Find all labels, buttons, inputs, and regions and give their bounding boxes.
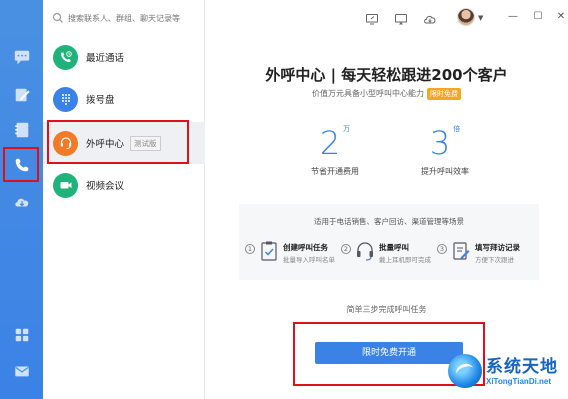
step-title: 批量呼叫	[379, 243, 409, 252]
step-number: 1	[245, 244, 255, 254]
nav-rail	[0, 0, 43, 399]
title-bar: ▼ — ☐ ✕	[205, 0, 568, 36]
page-title: 外呼中心 | 每天轻松跟进200个客户	[265, 66, 508, 84]
sidebar-item-label: 最近通话	[86, 53, 125, 64]
contact-panel: 最近通话 拨号盘 外呼中心 测试版 视频会议	[43, 0, 205, 399]
phone-clock-icon	[53, 44, 78, 70]
stat-caption: 提升呼叫效率	[421, 167, 469, 176]
sidebar-item-label: 拨号盘	[86, 95, 115, 106]
step-title: 创建呼叫任务	[283, 243, 328, 252]
sidebar-item-video-meeting[interactable]: 视频会议	[43, 164, 205, 206]
promo-badge: 限时免费	[427, 88, 461, 100]
phone-nav-highlight	[3, 147, 39, 182]
three-steps-text: 简单三步完成呼叫任务	[346, 305, 427, 314]
step-title: 填写拜访记录	[475, 243, 520, 252]
stat-unit: 倍	[453, 125, 461, 133]
dialpad-icon	[53, 86, 78, 112]
stat-number: 3	[429, 124, 451, 162]
step-desc: 方便下次跟进	[475, 256, 514, 264]
subtitle: 价值万元具备小型呼叫中心能力 限时免费	[205, 88, 568, 100]
sidebar-item-recent-calls[interactable]: 最近通话	[43, 36, 205, 78]
stat-efficiency: 3倍 提升呼叫效率	[390, 124, 500, 177]
sidebar-item-dialpad[interactable]: 拨号盘	[43, 78, 205, 120]
edit-icon[interactable]	[10, 83, 33, 106]
stat-savings: 2万 节省开通费用	[280, 124, 390, 177]
watermark-logo: 系统天地 XiTongTianDi.net	[448, 350, 566, 396]
cloud-icon[interactable]	[423, 11, 437, 25]
logo-icon	[448, 354, 482, 388]
scenes-text: 适用于电话销售、客户回访、渠道管理等场景	[314, 217, 464, 226]
stat-caption: 节省开通费用	[311, 167, 359, 176]
minimize-icon[interactable]: —	[507, 10, 519, 24]
avatar[interactable]	[457, 8, 475, 26]
contacts-book-icon[interactable]	[10, 118, 33, 141]
headset-icon	[355, 240, 375, 262]
chat-icon[interactable]	[10, 45, 33, 68]
clipboard-check-icon	[259, 240, 279, 262]
close-icon[interactable]: ✕	[555, 10, 567, 24]
step-number: 2	[341, 244, 351, 254]
subtitle-text: 价值万元具备小型呼叫中心能力	[312, 89, 424, 98]
steps-card: 适用于电话销售、客户回访、渠道管理等场景 1 创建呼叫任务 批量导入呼叫名单 2…	[239, 204, 539, 280]
step-desc: 批量导入呼叫名单	[283, 256, 335, 264]
step-desc: 戴上耳机即可完成	[379, 256, 431, 264]
search-input[interactable]	[68, 13, 203, 23]
monitor-icon[interactable]	[394, 11, 408, 25]
mail-icon[interactable]	[10, 359, 33, 382]
sidebar-item-label: 视频会议	[86, 181, 125, 192]
stat-unit: 万	[343, 125, 351, 133]
outbound-item-highlight	[47, 120, 189, 164]
screen-share-icon[interactable]	[365, 11, 379, 25]
step-number: 3	[437, 244, 447, 254]
main-content: 外呼中心 | 每天轻松跟进200个客户 价值万元具备小型呼叫中心能力 限时免费 2…	[205, 36, 568, 399]
maximize-icon[interactable]: ☐	[532, 10, 544, 24]
stat-number: 2	[319, 124, 341, 162]
watermark-cn: 系统天地	[486, 357, 558, 377]
search-icon	[52, 12, 63, 23]
chevron-down-icon[interactable]: ▼	[478, 14, 483, 22]
search-bar	[43, 0, 205, 36]
edit-note-icon	[451, 240, 471, 262]
video-icon	[53, 172, 78, 198]
apps-grid-icon[interactable]	[10, 323, 33, 346]
cloud-download-icon[interactable]	[10, 190, 33, 213]
watermark-en: XiTongTianDi.net	[486, 377, 552, 386]
